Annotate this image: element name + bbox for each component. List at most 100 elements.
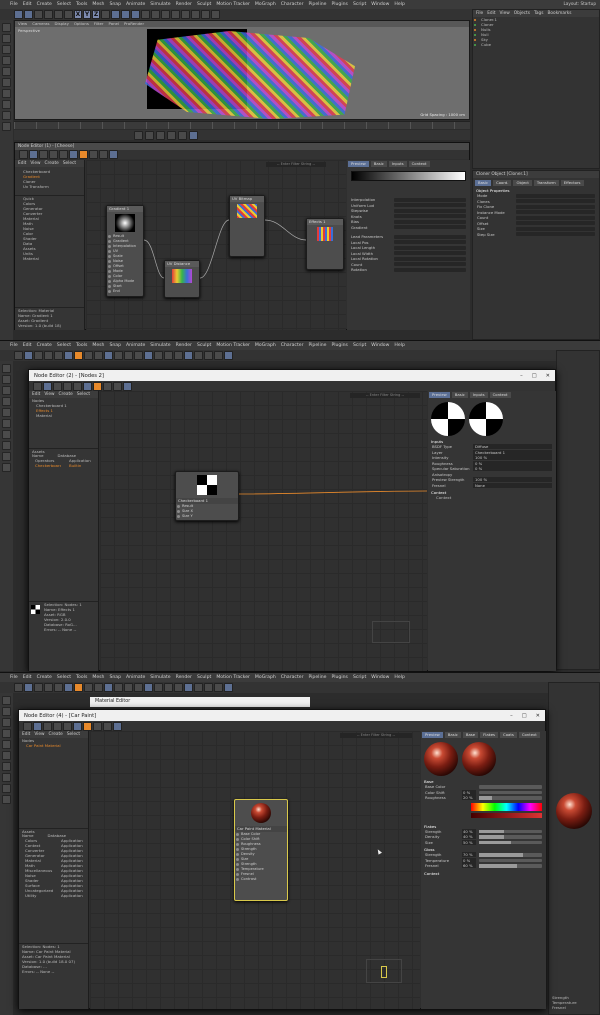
- attribute-tab[interactable]: Object: [513, 180, 532, 186]
- attribute-row[interactable]: Size: [473, 226, 599, 232]
- sidebar-menu-item[interactable]: View: [34, 732, 44, 737]
- render-settings-icon[interactable]: [131, 10, 140, 19]
- tool-icon[interactable]: [2, 740, 11, 749]
- redo-icon[interactable]: [24, 10, 33, 19]
- right-attr-row[interactable]: Fresnel: [549, 1005, 599, 1010]
- toolbar-button-icon[interactable]: [224, 351, 233, 360]
- toolbar-button-icon[interactable]: [114, 683, 123, 692]
- light-icon[interactable]: [211, 10, 220, 19]
- gloss-row-slider[interactable]: [479, 858, 542, 862]
- next-frame-icon[interactable]: [167, 130, 176, 140]
- toolbar-button-icon[interactable]: [99, 150, 108, 159]
- attr-tab[interactable]: Preview: [348, 161, 369, 167]
- menu-item[interactable]: Render: [176, 675, 192, 680]
- menu-item[interactable]: Select: [57, 675, 71, 680]
- menu-item[interactable]: Create: [37, 675, 52, 680]
- object-visibility-dot[interactable]: [474, 43, 476, 46]
- toolbar-button-icon[interactable]: [19, 150, 28, 159]
- render-icon[interactable]: [121, 10, 130, 19]
- menu-item[interactable]: Help: [394, 2, 404, 7]
- attribute-tab[interactable]: Effectors: [560, 180, 584, 186]
- color-spectrum[interactable]: [471, 802, 542, 811]
- tool-icon[interactable]: [2, 729, 11, 738]
- property-field[interactable]: [394, 251, 466, 256]
- attribute-row-field[interactable]: [516, 199, 595, 204]
- menu-item[interactable]: Create: [37, 2, 52, 7]
- sidebar-menu-item[interactable]: Create: [45, 161, 59, 166]
- gradient-attr-field[interactable]: [394, 203, 466, 208]
- object-visibility-dot[interactable]: [474, 33, 476, 36]
- sidebar-menu-item[interactable]: Select: [67, 732, 80, 737]
- last-frame-icon[interactable]: [178, 130, 187, 140]
- property-row[interactable]: Lead Parameters: [347, 234, 470, 240]
- menu-item[interactable]: Animate: [126, 675, 145, 680]
- attribute-row[interactable]: Step Size: [473, 232, 599, 238]
- timeline[interactable]: [14, 121, 470, 129]
- input-row[interactable]: Roughness 0 %: [428, 460, 556, 467]
- x-axis-icon[interactable]: X: [74, 10, 82, 19]
- tool-icon[interactable]: [2, 397, 11, 406]
- toolbar-button-icon[interactable]: [204, 683, 213, 692]
- make-editable-icon[interactable]: [2, 23, 11, 32]
- layout-selector[interactable]: Layout: Startup: [563, 1, 596, 6]
- viewport[interactable]: View Cameras Display Options Filter Panel ProR…: [14, 20, 470, 120]
- menu-item[interactable]: Edit: [23, 343, 32, 348]
- viewport-menu-item[interactable]: Options: [74, 21, 89, 27]
- attribute-row-field[interactable]: [516, 221, 595, 226]
- gradient-attr-row[interactable]: Gradient: [347, 225, 470, 231]
- menu-item[interactable]: Snap: [109, 2, 121, 7]
- sidebar-menu-item[interactable]: Edit: [32, 392, 40, 397]
- toolbar-button-icon[interactable]: [154, 683, 163, 692]
- gloss-row-slider[interactable]: [479, 864, 542, 868]
- menu-item[interactable]: Help: [394, 675, 404, 680]
- menu-item[interactable]: Simulate: [150, 343, 170, 348]
- attribute-row[interactable]: Mode: [473, 193, 599, 199]
- minimize-icon[interactable]: –: [520, 373, 523, 379]
- menu-item[interactable]: Script: [353, 675, 366, 680]
- sidebar-menu-item[interactable]: Edit: [18, 161, 26, 166]
- viewport-menu-item[interactable]: Panel: [109, 21, 120, 27]
- undo-icon[interactable]: [14, 10, 23, 19]
- attr-tab[interactable]: Context: [489, 392, 511, 398]
- toolbar-button-icon[interactable]: [93, 381, 102, 391]
- coord-system-icon[interactable]: [101, 10, 110, 19]
- cloner-icon[interactable]: [171, 10, 180, 19]
- close-icon-4[interactable]: ✕: [536, 713, 540, 719]
- tool-icon[interactable]: [2, 795, 11, 804]
- maximize-icon-4[interactable]: □: [522, 713, 527, 719]
- attr-tab[interactable]: Basic: [451, 392, 468, 398]
- menu-item[interactable]: Motion Tracker: [216, 343, 250, 348]
- tool-icon[interactable]: [2, 386, 11, 395]
- object-manager-menu-item[interactable]: File: [476, 11, 483, 16]
- tool-icon[interactable]: [2, 762, 11, 771]
- attribute-row-field[interactable]: [516, 204, 595, 209]
- attribute-row[interactable]: Fix Clone: [473, 204, 599, 210]
- menu-item[interactable]: File: [10, 675, 18, 680]
- model-mode-icon[interactable]: [2, 34, 11, 43]
- menu-item[interactable]: MoGraph: [255, 2, 276, 7]
- input-row[interactable]: Fresnel None: [428, 482, 556, 489]
- snap-icon[interactable]: [2, 100, 11, 109]
- menu-item[interactable]: Character: [281, 675, 304, 680]
- gradient-attr-field[interactable]: [394, 214, 466, 219]
- toolbar-button-icon[interactable]: [204, 351, 213, 360]
- navigator-thumbnail-4[interactable]: [366, 959, 402, 983]
- toolbar-button-icon[interactable]: [214, 683, 223, 692]
- menu-item[interactable]: MoGraph: [255, 343, 276, 348]
- menu-item[interactable]: Edit: [23, 2, 32, 7]
- axis-mode-icon[interactable]: [2, 89, 11, 98]
- input-row[interactable]: Intensity 100 %: [428, 455, 556, 461]
- toolbar-button-icon[interactable]: [224, 683, 233, 692]
- points-mode-icon[interactable]: [2, 56, 11, 65]
- menu-item[interactable]: Tools: [76, 343, 87, 348]
- menu-item[interactable]: Plugins: [331, 675, 347, 680]
- object-manager-menu-item[interactable]: Edit: [487, 11, 495, 16]
- attr-tab[interactable]: Basic: [370, 161, 387, 167]
- sidebar-menu-item[interactable]: View: [30, 161, 40, 166]
- node-tree-item[interactable]: Car Paint Material: [23, 743, 88, 748]
- floor-icon[interactable]: [191, 10, 200, 19]
- menu-item[interactable]: Select: [57, 343, 71, 348]
- attribute-row-field[interactable]: [516, 226, 595, 231]
- menu-item[interactable]: Help: [394, 343, 404, 348]
- toolbar-button-icon[interactable]: [23, 721, 32, 731]
